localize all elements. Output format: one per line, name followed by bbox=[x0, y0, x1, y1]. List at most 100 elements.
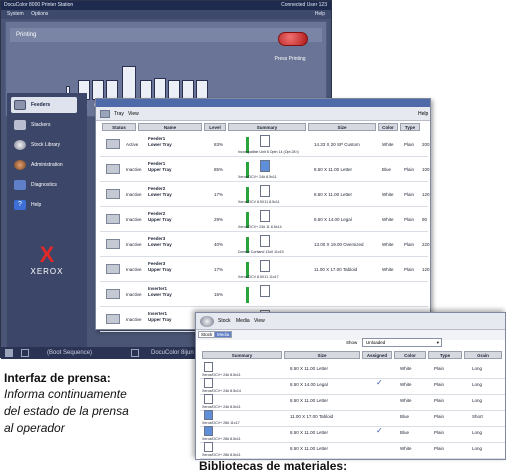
printing-label: Printing bbox=[16, 32, 37, 38]
module-8[interactable] bbox=[182, 80, 194, 100]
paper-thumbnail bbox=[260, 135, 270, 147]
tray-weight: 120 bbox=[422, 267, 430, 272]
col-grain[interactable]: Grain bbox=[464, 351, 502, 359]
stock-color: Blue bbox=[400, 414, 410, 419]
tray-type: Plain bbox=[404, 217, 415, 222]
tray-color: White bbox=[382, 217, 394, 222]
module-5[interactable] bbox=[140, 80, 152, 100]
assigned-check-icon: ✓ bbox=[376, 378, 383, 387]
col-type[interactable]: Type bbox=[428, 351, 462, 359]
stock-toolbar: Stock Media View bbox=[196, 313, 505, 330]
press-machine-diagram[interactable] bbox=[66, 64, 266, 102]
tray-name: Feeder3 Upper Tray bbox=[148, 261, 172, 272]
show-dropdown[interactable]: Unloaded ▾ bbox=[362, 338, 442, 347]
stock-type: Plain bbox=[434, 366, 445, 371]
col-level[interactable]: Level bbox=[204, 123, 226, 131]
sidebar-item-diagnostics[interactable]: Diagnostics bbox=[11, 177, 77, 193]
stock-type: Plain bbox=[434, 446, 445, 451]
tray-color: White bbox=[382, 192, 394, 197]
sidebar-item-label: Feeders bbox=[31, 102, 51, 108]
col-size[interactable]: Size bbox=[284, 351, 360, 359]
col-assigned[interactable]: Assigned bbox=[362, 351, 392, 359]
tray-name: Inserter1 Lower Tray bbox=[148, 286, 172, 297]
feeder-module-3[interactable] bbox=[106, 80, 118, 100]
stock-type: Plain bbox=[434, 382, 445, 387]
table-row[interactable]: Inactive Feeder1 Upper Tray 85% Xerox/DCV+ … bbox=[100, 158, 430, 182]
col-size[interactable]: Size bbox=[308, 123, 376, 131]
tray-color: White bbox=[382, 242, 394, 247]
tray-icon bbox=[106, 139, 120, 149]
stock-menu-stock[interactable]: Stock bbox=[218, 318, 231, 324]
module-7[interactable] bbox=[168, 80, 180, 100]
tray-weight: 120 bbox=[422, 192, 430, 197]
col-status[interactable]: Status bbox=[102, 123, 136, 131]
table-row[interactable]: Inactive Feeder3 Upper Tray 17% Xerox/DCV 8… bbox=[100, 258, 430, 282]
menu-help[interactable]: Help bbox=[315, 10, 325, 19]
paper-thumbnail bbox=[260, 235, 270, 247]
col-type[interactable]: Type bbox=[400, 123, 420, 131]
tray-menu-view[interactable]: View bbox=[128, 107, 139, 121]
show-dropdown-value: Unloaded bbox=[366, 340, 386, 345]
sidebar-item-stock-library[interactable]: Stock Library bbox=[11, 137, 77, 153]
tray-menu-help[interactable]: Help bbox=[418, 107, 428, 121]
fold-engine-module[interactable] bbox=[122, 66, 136, 100]
tray-summary: Xerox/DCV 8.5X11 11x17 bbox=[238, 275, 279, 279]
tray-icon bbox=[106, 314, 120, 324]
table-row[interactable]: Inactive Feeder2 Upper Tray 29% Xerox/DCV+ … bbox=[100, 208, 428, 232]
tray-color: White bbox=[382, 142, 394, 147]
menu-options[interactable]: Options bbox=[31, 11, 48, 17]
stock-grain: Long bbox=[472, 446, 483, 451]
sidebar-item-feeders[interactable]: Feeders bbox=[11, 97, 77, 113]
stock-size: 8.50 X 11.00 Letter bbox=[290, 398, 328, 403]
sidebar-item-label: Stackers bbox=[31, 122, 51, 128]
stock-menu-view[interactable]: View bbox=[254, 318, 265, 324]
sidebar-item-help[interactable]: ? Help bbox=[11, 197, 77, 213]
paper-thumbnail bbox=[204, 394, 213, 404]
col-summary[interactable]: Summary bbox=[202, 351, 282, 359]
stop-button[interactable] bbox=[278, 32, 308, 46]
col-summary[interactable]: Summary bbox=[228, 123, 306, 131]
paper-thumbnail bbox=[204, 410, 213, 420]
stock-library-icon bbox=[14, 140, 26, 150]
feeder-module-2[interactable] bbox=[92, 80, 104, 100]
col-color[interactable]: Color bbox=[378, 123, 398, 131]
sidebar-item-administration[interactable]: Administration bbox=[11, 157, 77, 173]
menu-system[interactable]: System bbox=[7, 11, 24, 17]
table-row[interactable]: Inactive Feeder2 Lower Tray 17% Xerox/DCV 8… bbox=[100, 183, 430, 207]
tray-window-titlebar bbox=[96, 99, 430, 107]
tab-stock[interactable]: Stock bbox=[198, 331, 216, 338]
tray-name: Feeder2 Lower Tray bbox=[148, 186, 172, 197]
tray-status: Inactive bbox=[126, 317, 142, 322]
tray-name: Feeder1 Lower Tray bbox=[148, 136, 172, 147]
stock-summary: Xerox/DCV+ 28# 8.5x11 bbox=[202, 453, 241, 457]
table-row[interactable]: Inactive Inserter1 Lower Tray 16% bbox=[100, 283, 428, 307]
stock-size: 8.50 X 11.00 Letter bbox=[290, 430, 328, 435]
col-name[interactable]: Name bbox=[138, 123, 202, 131]
sidebar-item-stackers[interactable]: Stackers bbox=[11, 117, 77, 133]
tray-status: Inactive bbox=[126, 217, 142, 222]
tray-size: 11.00 X 17.00 Tabloid bbox=[314, 267, 358, 272]
tray-level: 85% bbox=[214, 167, 224, 172]
table-row[interactable]: Xerox/DCV+ 28# 8.5x11 8.50 X 11.00 Letter… bbox=[200, 441, 505, 459]
stock-type: Plain bbox=[434, 398, 445, 403]
stock-color: White bbox=[400, 366, 412, 371]
module-9[interactable] bbox=[196, 80, 208, 100]
status-right-text: DocuColor 8ijun bbox=[151, 350, 194, 356]
paper-thumbnail bbox=[260, 185, 270, 197]
tray-status: Inactive bbox=[126, 292, 142, 297]
tray-view-window: Tray View Help Status Name Level Summary… bbox=[95, 98, 431, 332]
table-row[interactable]: Inactive Feeder3 Lower Tray 40% Domtar Cort… bbox=[100, 233, 430, 257]
tab-media[interactable]: Media bbox=[214, 331, 233, 338]
tray-menu-tray[interactable]: Tray bbox=[114, 107, 124, 121]
status-box-icon bbox=[131, 349, 139, 357]
tray-icon bbox=[106, 214, 120, 224]
stock-menu-media[interactable]: Media bbox=[236, 318, 250, 324]
caption-title: Interfaz de prensa: bbox=[4, 371, 111, 385]
tray-name: Feeder2 Upper Tray bbox=[148, 211, 172, 222]
col-color[interactable]: Color bbox=[394, 351, 426, 359]
table-row[interactable]: Active Feeder1 Lower Tray 83% Incompatible … bbox=[100, 133, 430, 157]
press-interface-caption: Interfaz de prensa: Informa continuament… bbox=[4, 370, 184, 437]
tray-status: Inactive bbox=[126, 192, 142, 197]
module-6[interactable] bbox=[154, 78, 166, 100]
tray-color: Blue bbox=[382, 167, 392, 172]
